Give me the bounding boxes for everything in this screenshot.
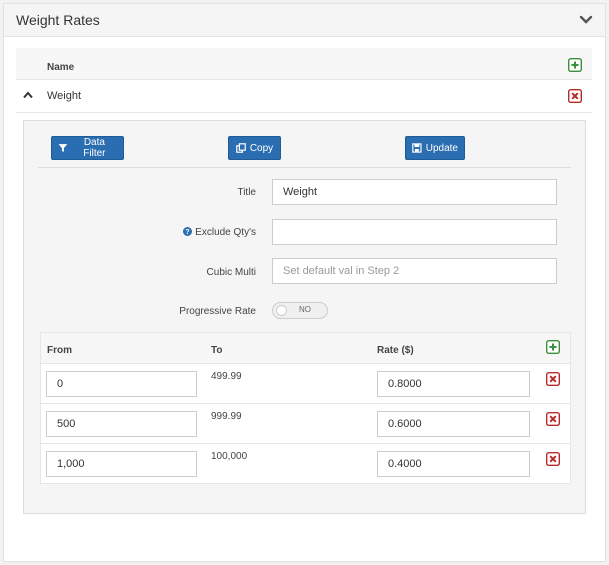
update-label: Update bbox=[425, 142, 458, 154]
rate-set-detail: Data Filter Copy Update Title ? Exclude Q… bbox=[23, 120, 586, 514]
rate-column-header: Rate ($) bbox=[377, 345, 414, 356]
row-name: Weight bbox=[47, 90, 82, 102]
exclude-qty-input[interactable] bbox=[272, 219, 557, 245]
progressive-rate-label: Progressive Rate bbox=[179, 306, 256, 317]
delete-row-icon[interactable] bbox=[546, 452, 560, 466]
rates-table-header: From To Rate ($) bbox=[41, 333, 570, 364]
toggle-knob bbox=[276, 305, 287, 316]
delete-row-icon[interactable] bbox=[546, 372, 560, 386]
save-icon bbox=[412, 143, 422, 153]
rate-input[interactable] bbox=[377, 371, 530, 397]
from-input[interactable] bbox=[46, 371, 197, 397]
toolbar-divider bbox=[38, 167, 571, 168]
copy-button[interactable]: Copy bbox=[228, 136, 281, 160]
title-input[interactable] bbox=[272, 179, 557, 205]
question-circle-icon[interactable]: ? bbox=[183, 227, 193, 236]
rate-input[interactable] bbox=[377, 411, 530, 437]
exclude-qty-text: Exclude Qty's bbox=[195, 227, 256, 238]
title-label: Title bbox=[237, 187, 256, 198]
svg-text:?: ? bbox=[185, 227, 189, 236]
to-value: 499.99 bbox=[211, 371, 242, 382]
progressive-rate-toggle[interactable]: NO bbox=[272, 302, 328, 319]
copy-icon bbox=[236, 143, 246, 153]
rate-input[interactable] bbox=[377, 451, 530, 477]
delete-row-icon[interactable] bbox=[546, 412, 560, 426]
from-column-header: From bbox=[47, 345, 72, 356]
cubic-multi-label: Cubic Multi bbox=[206, 267, 256, 278]
table-row: 499.99 bbox=[41, 364, 570, 404]
filter-icon bbox=[58, 144, 68, 152]
panel-header: Weight Rates bbox=[4, 4, 605, 37]
data-filter-button[interactable]: Data Filter bbox=[51, 136, 124, 160]
delete-rate-set-icon[interactable] bbox=[568, 89, 582, 103]
exclude-qty-label: ? Exclude Qty's bbox=[183, 227, 256, 238]
chevron-down-icon[interactable] bbox=[579, 14, 593, 26]
weight-rates-panel: Weight Rates Name Weight Data Filter Cop… bbox=[3, 3, 606, 562]
table-row: 100,000 bbox=[41, 444, 570, 484]
table-row: 999.99 bbox=[41, 404, 570, 444]
panel-title: Weight Rates bbox=[16, 12, 100, 28]
list-item[interactable]: Weight bbox=[16, 80, 592, 113]
toggle-state-text: NO bbox=[299, 305, 311, 314]
copy-label: Copy bbox=[249, 142, 274, 154]
list-header: Name bbox=[16, 48, 592, 80]
name-column-header: Name bbox=[47, 62, 75, 73]
update-button[interactable]: Update bbox=[405, 136, 465, 160]
rates-table: From To Rate ($) 499.99 999.99 bbox=[40, 332, 571, 484]
data-filter-label: Data Filter bbox=[83, 137, 106, 159]
cubic-multi-input[interactable] bbox=[272, 258, 557, 284]
add-rate-set-icon[interactable] bbox=[568, 58, 582, 72]
chevron-up-icon[interactable] bbox=[23, 91, 33, 99]
from-input[interactable] bbox=[46, 451, 197, 477]
from-input[interactable] bbox=[46, 411, 197, 437]
to-column-header: To bbox=[211, 345, 223, 356]
to-value: 999.99 bbox=[211, 411, 242, 422]
to-value: 100,000 bbox=[211, 451, 248, 462]
add-rate-row-icon[interactable] bbox=[546, 340, 560, 354]
